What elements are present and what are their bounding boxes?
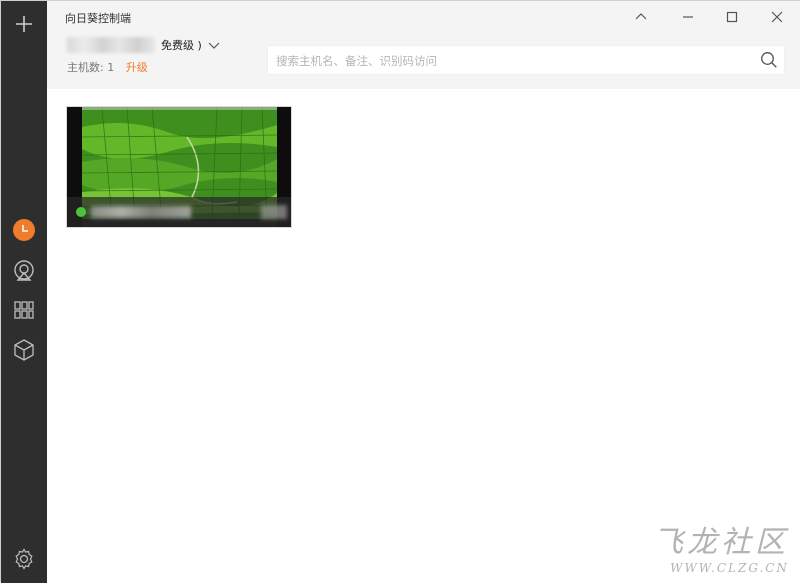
sidebar [1,1,47,583]
host-name-redacted [91,206,191,218]
host-list [47,89,800,583]
add-icon[interactable] [12,12,36,36]
app-window: 向日葵控制端 免费级 ) 主机数: 1 升级 搜索主机名、备注、识别码访问 飞龙… [0,0,800,583]
host-count-value: 1 [107,61,115,74]
recent-icon[interactable] [12,218,36,242]
search-input[interactable] [276,52,746,70]
chevron-down-icon[interactable] [208,39,220,51]
maximize-button[interactable] [721,7,743,27]
apps-grid-icon[interactable] [12,298,36,322]
account-menu[interactable]: 免费级 ) [67,37,220,53]
host-count-label: 主机数: [67,61,104,74]
window-title: 向日葵控制端 [65,12,131,25]
host-card[interactable] [66,106,292,228]
watermark-main: 飞龙社区 [653,525,789,560]
watermark-sub: WWW.CLZG.CN [670,561,789,575]
minimize-button[interactable] [677,7,699,27]
close-button[interactable] [766,7,788,27]
chevron-up-icon [635,13,647,20]
header: 向日葵控制端 免费级 ) 主机数: 1 升级 [47,1,800,89]
account-name-redacted [67,37,155,53]
collapse-button[interactable] [630,7,652,27]
remote-device-icon[interactable] [12,259,36,283]
host-card-menu-redacted[interactable] [261,205,287,219]
upgrade-link[interactable]: 升级 [126,61,148,74]
box-icon[interactable] [12,338,36,362]
close-icon [771,11,783,23]
host-count-info: 主机数: 1 升级 [67,59,148,75]
search-box [267,45,785,75]
search-icon[interactable] [760,51,778,69]
watermark: 飞龙社区 WWW.CLZG.CN [653,517,789,575]
main-area: 向日葵控制端 免费级 ) 主机数: 1 升级 搜索主机名、备注、识别码访问 飞龙… [47,1,800,583]
host-card-footer [67,197,291,227]
account-level: 免费级 ) [161,39,202,52]
online-status-icon [76,207,86,217]
settings-icon[interactable] [12,547,36,571]
maximize-icon [726,11,738,23]
minimize-icon [683,16,693,18]
